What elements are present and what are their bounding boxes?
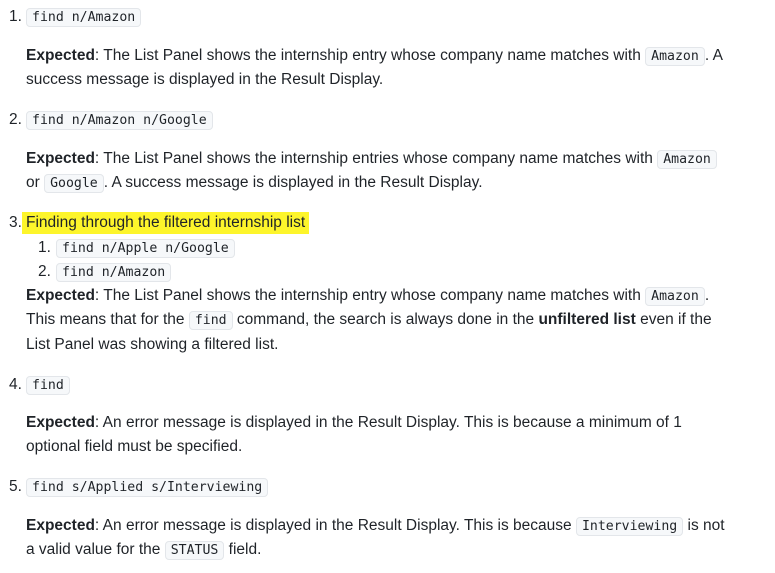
inline-code: Google — [44, 174, 104, 193]
expected-line: or Google. A success message is displaye… — [26, 174, 483, 193]
expected-line: optional field must be specified. — [26, 438, 243, 455]
expected-line: Expected: The List Panel shows the inter… — [26, 47, 723, 66]
expected-line: success message is displayed in the Resu… — [26, 71, 384, 88]
expected-line: Expected: An error message is displayed … — [26, 517, 725, 536]
item-number: 5. — [9, 478, 22, 495]
item-number: 1. — [9, 8, 22, 25]
inline-code: find — [188, 311, 233, 330]
command-code: find s/Applied s/Interviewing — [26, 478, 269, 497]
highlighted-title: Finding through the filtered internship … — [22, 212, 310, 234]
command-code: find n/Amazon — [26, 8, 142, 27]
expected-label: Expected — [26, 150, 95, 167]
inline-code: Amazon — [645, 287, 705, 306]
expected-line: Expected: An error message is displayed … — [26, 414, 682, 431]
expected-line: This means that for the find command, th… — [26, 311, 712, 330]
expected-label: Expected — [26, 517, 95, 534]
command-code: find — [26, 376, 70, 395]
expected-line: Expected: The List Panel shows the inter… — [26, 147, 717, 172]
expected-label: Expected — [26, 47, 95, 64]
expected-label: Expected — [26, 414, 95, 431]
sub-item-number: 1. — [38, 239, 51, 256]
inline-code: Amazon — [657, 150, 717, 169]
item-number: 3. — [9, 214, 22, 231]
expected-line: Expected: The List Panel shows the inter… — [26, 287, 710, 306]
sub-item-number: 2. — [38, 263, 51, 280]
bold-text: unfiltered list — [538, 311, 636, 328]
command-code: find n/Amazon — [56, 263, 172, 282]
item-number: 2. — [9, 111, 22, 128]
command-code: find n/Amazon n/Google — [26, 111, 213, 130]
expected-line: a valid value for the STATUS field. — [26, 541, 262, 560]
item-number: 4. — [9, 376, 22, 393]
inline-code: STATUS — [164, 541, 225, 560]
expected-label: Expected — [26, 287, 95, 304]
inline-code: Amazon — [645, 47, 705, 66]
inline-code: Interviewing — [575, 517, 684, 536]
expected-line: List Panel was showing a filtered list. — [26, 336, 279, 353]
command-code: find n/Apple n/Google — [56, 239, 235, 258]
